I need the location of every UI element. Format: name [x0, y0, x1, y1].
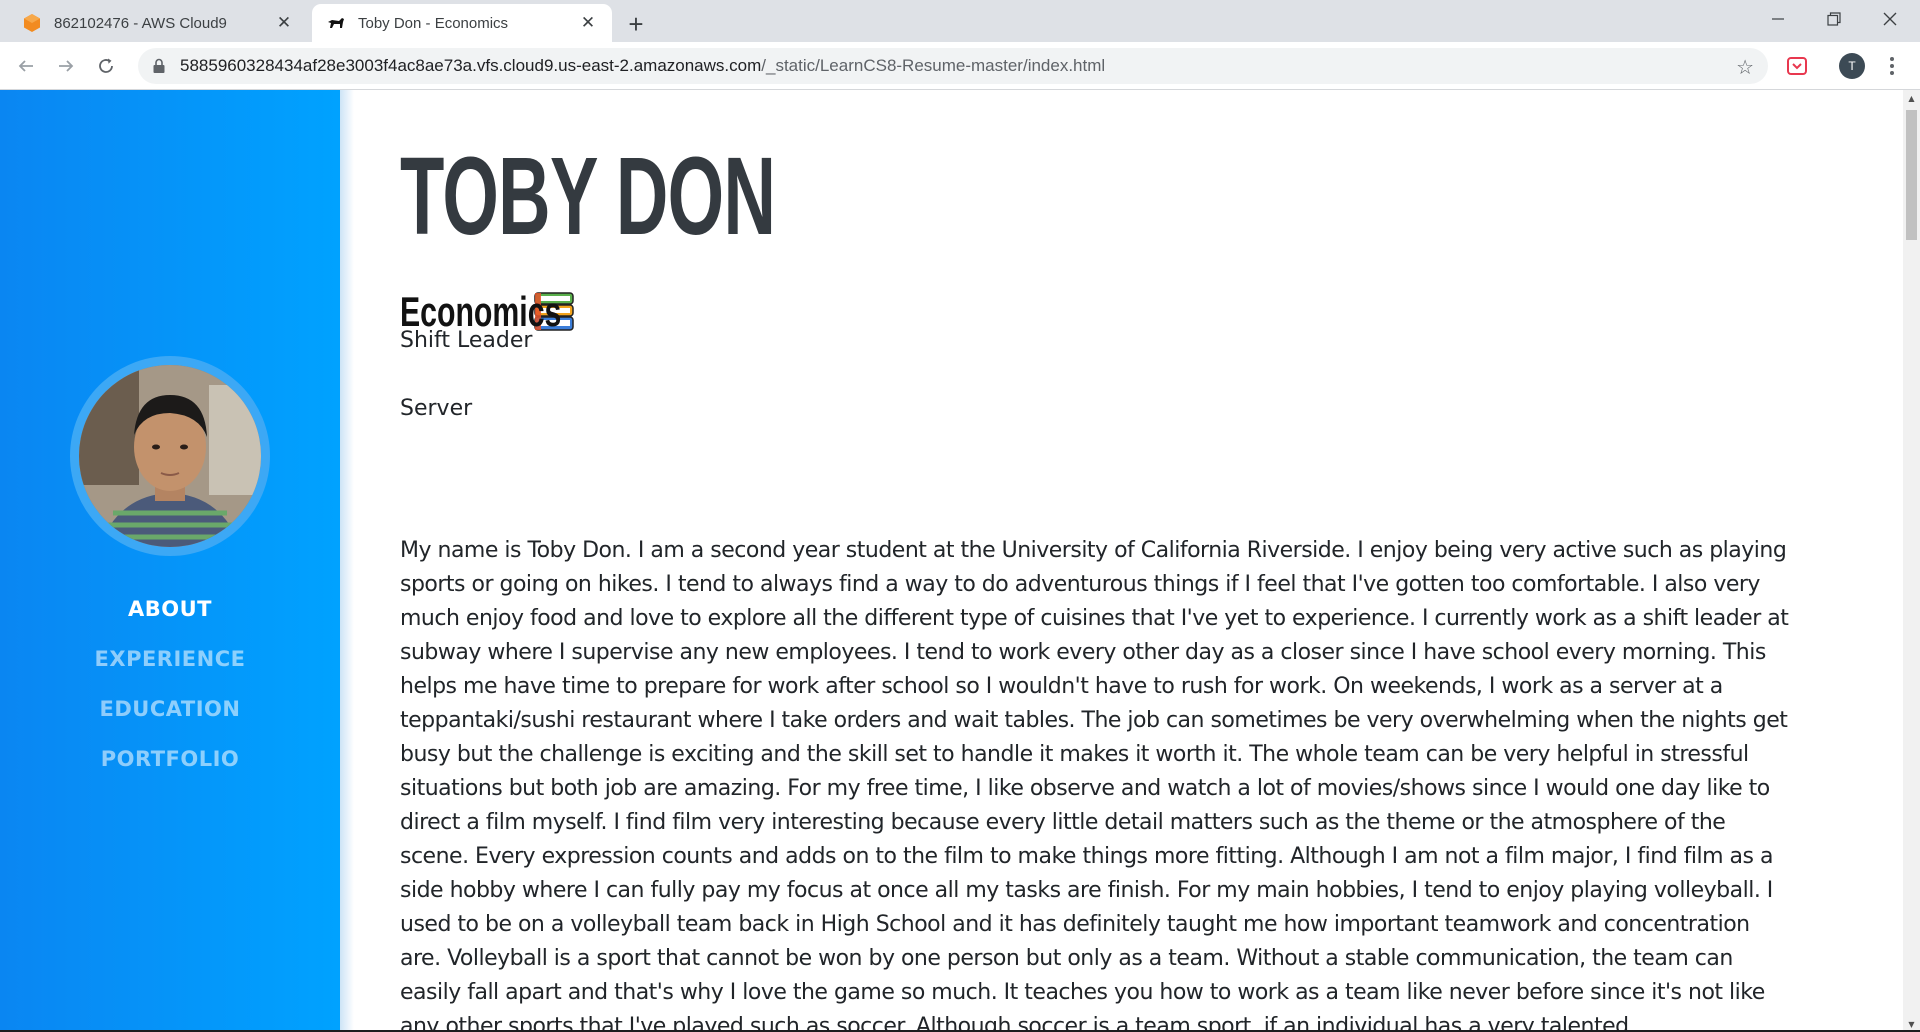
close-tab-icon[interactable]: ✕ [274, 13, 294, 33]
tab-aws-cloud9[interactable]: 862102476 - AWS Cloud9 ✕ [8, 4, 308, 42]
address-bar[interactable]: 5885960328434af28e3003f4ac8ae73a.vfs.clo… [138, 48, 1768, 84]
pocket-extension-icon[interactable] [1786, 55, 1808, 77]
sidebar: ABOUT EXPERIENCE EDUCATION PORTFOLIO [0, 90, 340, 1032]
restore-window-icon[interactable] [1806, 0, 1862, 38]
browser-tab-strip: 862102476 - AWS Cloud9 ✕ Toby Don - Econ… [0, 0, 1920, 42]
aws-cloud9-icon [22, 13, 42, 33]
close-window-icon[interactable] [1862, 0, 1918, 38]
page-viewport: ABOUT EXPERIENCE EDUCATION PORTFOLIO TOB… [0, 90, 1920, 1032]
url-text: 5885960328434af28e3003f4ac8ae73a.vfs.clo… [180, 56, 1105, 76]
nav-link-about[interactable]: ABOUT [0, 584, 340, 634]
lock-icon[interactable] [152, 58, 166, 74]
minimize-window-icon[interactable] [1750, 0, 1806, 38]
page-title: TOBY DON [400, 135, 776, 258]
page-scrollbar[interactable]: ▲ ▼ [1903, 90, 1920, 1032]
forward-icon[interactable] [50, 50, 82, 82]
new-tab-button[interactable]: + [620, 8, 652, 40]
sidebar-edge-shadow [340, 90, 354, 1032]
bio-paragraph: My name is Toby Don. I am a second year … [400, 538, 1789, 1032]
scroll-thumb[interactable] [1906, 110, 1917, 240]
bookmark-star-icon[interactable]: ☆ [1736, 55, 1754, 79]
role-shift-leader: Shift Leader [400, 328, 533, 353]
nav-link-experience[interactable]: EXPERIENCE [0, 634, 340, 684]
back-icon[interactable] [10, 50, 42, 82]
scroll-up-arrow-icon[interactable]: ▲ [1903, 90, 1920, 106]
profile-photo [79, 365, 261, 547]
url-path: /_static/LearnCS8-Resume-master/index.ht… [761, 56, 1106, 75]
browser-menu-icon[interactable] [1882, 52, 1902, 80]
url-host: 5885960328434af28e3003f4ac8ae73a.vfs.clo… [180, 56, 762, 75]
role-server: Server [400, 396, 473, 421]
tab-title: Toby Don - Economics [358, 14, 509, 32]
nav-link-education[interactable]: EDUCATION [0, 684, 340, 734]
nav-link-portfolio[interactable]: PORTFOLIO [0, 734, 340, 784]
reload-icon[interactable] [90, 50, 122, 82]
tab-title: 862102476 - AWS Cloud9 [54, 14, 227, 32]
sidebar-nav: ABOUT EXPERIENCE EDUCATION PORTFOLIO [0, 584, 340, 784]
profile-photo-frame [70, 356, 270, 556]
browser-toolbar: 5885960328434af28e3003f4ac8ae73a.vfs.clo… [0, 42, 1920, 90]
close-tab-icon[interactable]: ✕ [578, 13, 598, 33]
profile-avatar[interactable]: T [1839, 53, 1865, 79]
tab-toby-don-economics[interactable]: Toby Don - Economics ✕ [312, 4, 612, 42]
dog-favicon-icon [326, 13, 346, 33]
